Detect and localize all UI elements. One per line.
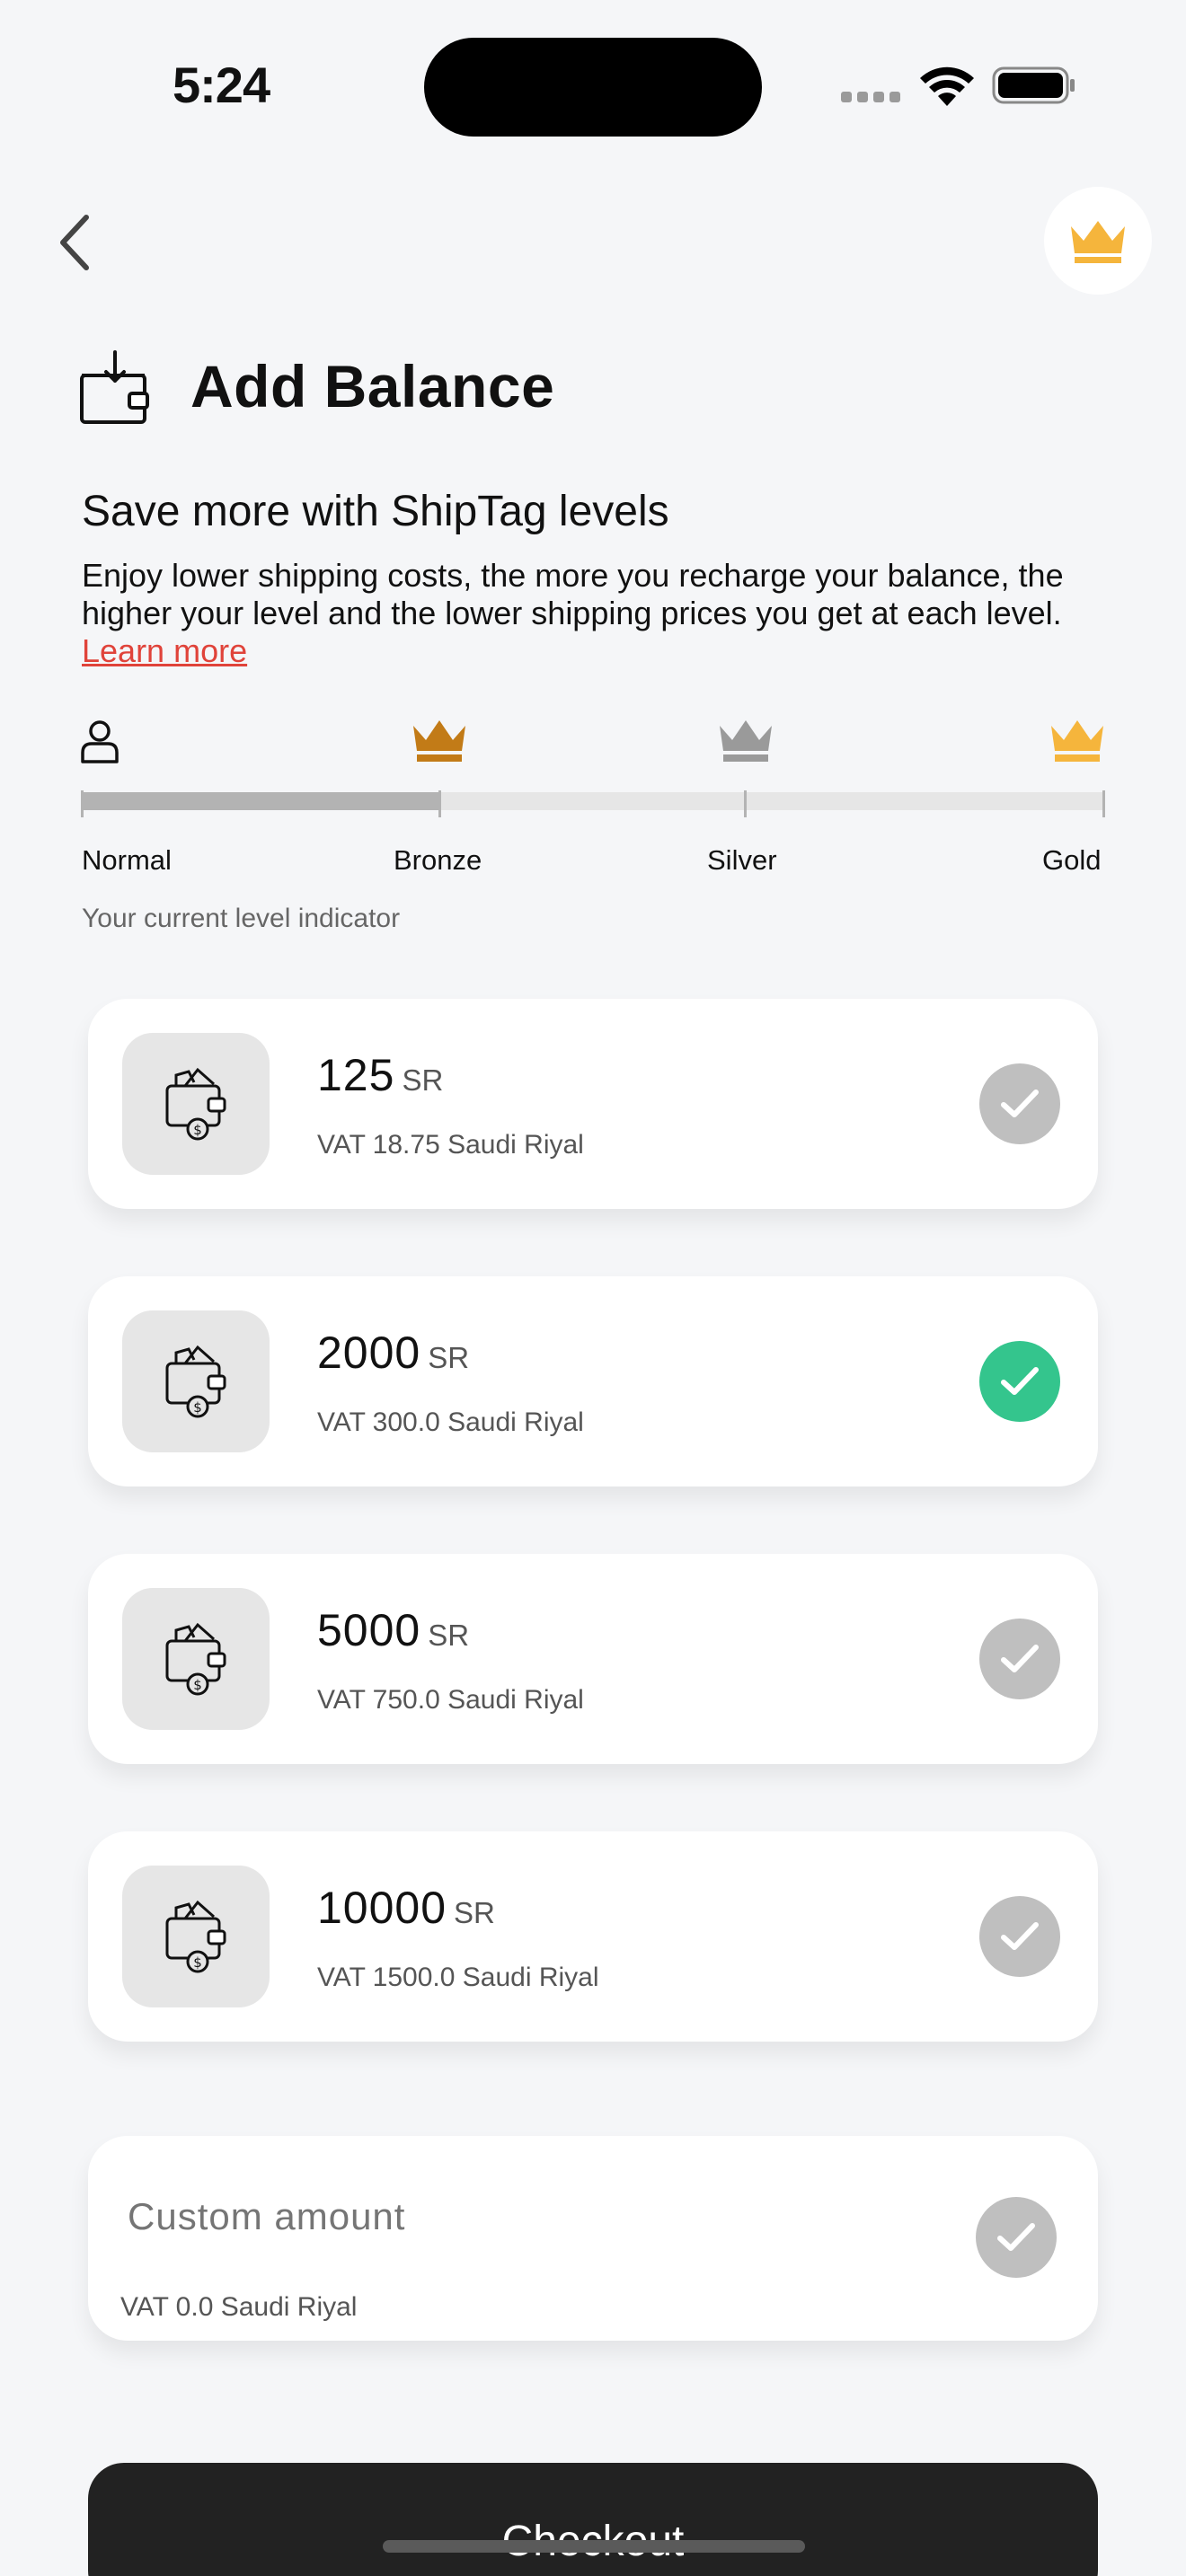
learn-more-link[interactable]: Learn more (82, 632, 247, 669)
check-icon (1001, 1090, 1039, 1117)
membership-level-button[interactable] (1044, 187, 1152, 295)
amount-value: 10000 SR (317, 1882, 495, 1934)
levels-subtitle: Save more with ShipTag levels (82, 488, 669, 535)
svg-text:$: $ (193, 1677, 202, 1693)
bronze-crown-icon (413, 720, 465, 762)
wallet-icon-box: $ (122, 1033, 270, 1175)
level-tick (1102, 790, 1105, 817)
level-label-silver: Silver (707, 844, 777, 876)
amount-vat: VAT 18.75 Saudi Riyal (317, 1130, 584, 1160)
amount-number: 5000 (317, 1605, 421, 1655)
level-tick (81, 790, 84, 817)
wallet-download-icon (80, 350, 149, 424)
level-progress-track (82, 792, 1104, 810)
wallet-icon-box: $ (122, 1866, 270, 2007)
svg-text:$: $ (193, 1954, 202, 1971)
amount-value: 5000 SR (317, 1604, 469, 1656)
level-label-bronze: Bronze (394, 844, 482, 876)
amount-select-check[interactable] (979, 1063, 1060, 1144)
wallet-money-icon: $ (165, 1900, 226, 1973)
crown-icon (1071, 221, 1125, 263)
back-button[interactable] (54, 212, 99, 273)
level-tick (744, 790, 747, 817)
levels-description-text: Enjoy lower shipping costs, the more you… (82, 557, 1064, 631)
amount-value: 125 SR (317, 1049, 443, 1101)
amount-vat: VAT 750.0 Saudi Riyal (317, 1685, 584, 1715)
amount-option-card[interactable]: $5000 SR VAT 750.0 Saudi Riyal (88, 1554, 1098, 1764)
svg-text:$: $ (193, 1399, 202, 1416)
status-time: 5:24 (173, 57, 270, 113)
wallet-money-icon: $ (165, 1345, 226, 1418)
wallet-icon-box: $ (122, 1310, 270, 1452)
amount-option-card[interactable]: $10000 SR VAT 1500.0 Saudi Riyal (88, 1831, 1098, 2042)
amount-number: 2000 (317, 1328, 421, 1378)
user-icon (81, 720, 119, 763)
check-icon (1001, 1367, 1039, 1395)
level-tick (438, 790, 441, 817)
custom-amount-input[interactable] (128, 2195, 936, 2238)
wallet-money-icon: $ (165, 1067, 226, 1141)
custom-amount-check-button[interactable] (976, 2197, 1057, 2278)
home-indicator (383, 2540, 805, 2553)
amount-unit: SR (428, 1619, 470, 1652)
level-caption: Your current level indicator (82, 904, 401, 933)
svg-text:$: $ (193, 1122, 202, 1138)
silver-crown-icon (720, 720, 772, 762)
check-icon (997, 2223, 1035, 2251)
amount-unit: SR (428, 1341, 470, 1374)
amount-unit: SR (402, 1063, 444, 1097)
amount-number: 10000 (317, 1883, 447, 1933)
battery-icon (992, 66, 1075, 104)
levels-description: Enjoy lower shipping costs, the more you… (82, 557, 1124, 670)
checkout-button[interactable]: Checkout (88, 2463, 1098, 2576)
amount-unit: SR (454, 1896, 495, 1929)
amount-option-card[interactable]: $125 SR VAT 18.75 Saudi Riyal (88, 999, 1098, 1209)
level-label-normal: Normal (82, 844, 172, 876)
cellular-signal-icon (841, 92, 900, 102)
level-label-gold: Gold (1042, 844, 1102, 876)
amount-select-check[interactable] (979, 1896, 1060, 1977)
dynamic-island (424, 38, 762, 137)
custom-amount-vat: VAT 0.0 Saudi Riyal (120, 2292, 358, 2322)
amount-number: 125 (317, 1050, 395, 1100)
amount-select-check[interactable] (979, 1341, 1060, 1422)
page-title: Add Balance (190, 353, 555, 419)
check-icon (1001, 1922, 1039, 1950)
amount-vat: VAT 1500.0 Saudi Riyal (317, 1963, 599, 1992)
wallet-money-icon: $ (165, 1622, 226, 1696)
wifi-icon (920, 66, 974, 106)
check-icon (1001, 1645, 1039, 1672)
amount-vat: VAT 300.0 Saudi Riyal (317, 1407, 584, 1437)
wallet-icon-box: $ (122, 1588, 270, 1730)
custom-amount-card[interactable]: VAT 0.0 Saudi Riyal (88, 2136, 1098, 2341)
level-progress-fill (82, 792, 440, 810)
amount-option-card[interactable]: $2000 SR VAT 300.0 Saudi Riyal (88, 1276, 1098, 1486)
amount-select-check[interactable] (979, 1619, 1060, 1699)
amount-value: 2000 SR (317, 1327, 469, 1379)
gold-crown-icon (1051, 720, 1103, 762)
